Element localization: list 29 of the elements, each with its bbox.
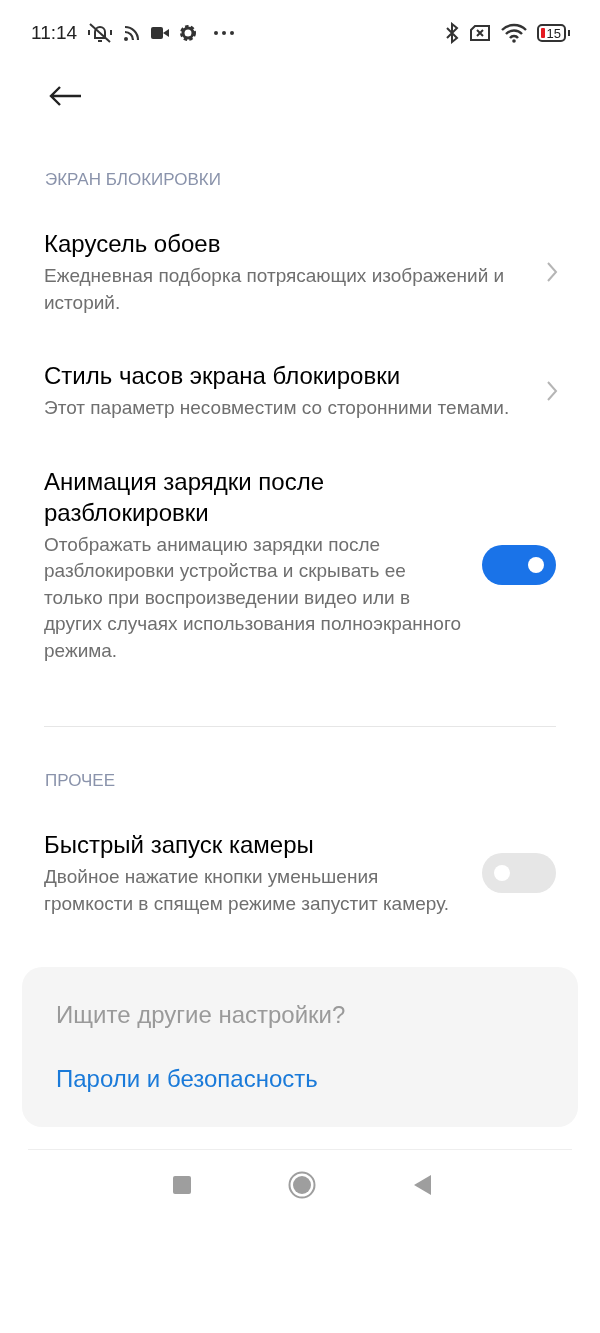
card-title: Ищите другие настройки? xyxy=(56,1001,347,1029)
wifi-icon xyxy=(500,23,527,43)
toggle-switch[interactable] xyxy=(482,544,556,585)
cast-icon xyxy=(123,24,142,42)
setting-description: Ежедневная подборка потрясающих изображений и историй. xyxy=(44,264,506,315)
home-button[interactable] xyxy=(288,1171,316,1199)
bluetooth-icon xyxy=(444,22,459,44)
recents-button[interactable] xyxy=(172,1175,192,1195)
settings-icon xyxy=(179,24,198,42)
settings-link[interactable]: Пароли и безопасность xyxy=(56,1065,318,1092)
toggle-switch[interactable] xyxy=(482,853,556,893)
more-icon xyxy=(213,30,236,36)
setting-title[interactable]: Стиль часов экрана блокировки xyxy=(44,360,526,391)
muted-bell-icon xyxy=(87,22,114,44)
setting-title[interactable]: Быстрый запуск камеры xyxy=(44,829,462,860)
setting-description: Двойное нажатие кнопки уменьшения громкости в спящем режиме запустит камеру. xyxy=(44,865,451,916)
video-camera-icon xyxy=(151,26,170,40)
status-time: 11:14 xyxy=(31,22,78,44)
section-header: ЭКРАН БЛОКИРОВКИ xyxy=(45,170,222,190)
setting-description: Этот параметр несовместим со сторонними темами. xyxy=(44,396,511,420)
sim-card-icon xyxy=(468,24,491,42)
back-nav-button[interactable] xyxy=(412,1174,432,1196)
section-header: ПРОЧЕЕ xyxy=(45,771,117,791)
setting-title[interactable]: Карусель обоев xyxy=(44,228,526,259)
setting-title[interactable]: Анимация зарядки после разблокировки xyxy=(44,465,462,528)
battery-indicator: 15 xyxy=(536,24,566,42)
setting-description: Отображать анимацию зарядки после разблокировки устройства и скрывать ее только при воспроизведении видео или в других случаях использования полноэкранного режима. xyxy=(44,532,462,663)
chevron-icon xyxy=(546,261,558,283)
chevron-icon xyxy=(546,379,558,402)
